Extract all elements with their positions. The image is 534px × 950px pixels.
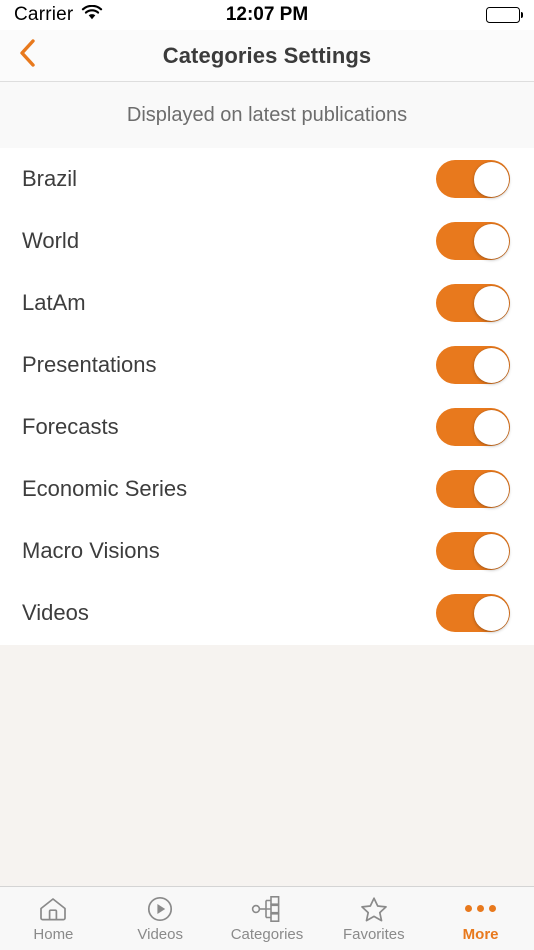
list-item[interactable]: Brazil — [0, 148, 534, 210]
status-bar: Carrier 12:07 PM — [0, 0, 534, 30]
back-button[interactable] — [0, 30, 54, 82]
ellipsis-icon — [465, 895, 497, 923]
tab-categories[interactable]: Categories — [214, 887, 321, 950]
category-toggle[interactable] — [436, 408, 510, 446]
category-label: Videos — [22, 600, 89, 625]
category-toggle[interactable] — [436, 532, 510, 570]
tab-home[interactable]: Home — [0, 887, 107, 950]
status-bar-right — [486, 7, 520, 23]
empty-content-area — [0, 645, 534, 886]
category-label: Macro Visions — [22, 538, 160, 563]
status-bar-left: Carrier — [14, 4, 103, 26]
tab-favorites[interactable]: Favorites — [320, 887, 427, 950]
page-title: Categories Settings — [162, 42, 372, 68]
tab-label: Videos — [137, 925, 183, 943]
play-circle-icon — [146, 895, 174, 923]
list-item[interactable]: Economic Series — [0, 458, 534, 520]
tab-videos[interactable]: Videos — [107, 887, 214, 950]
wifi-icon — [81, 4, 103, 26]
section-header-label: Displayed on latest publications — [126, 103, 408, 126]
category-label: Forecasts — [22, 414, 119, 439]
category-label: Presentations — [22, 352, 157, 377]
category-toggle[interactable] — [436, 160, 510, 198]
house-icon — [37, 895, 69, 923]
app-screen: Carrier 12:07 PM Categories Settings Dis… — [0, 0, 534, 950]
tab-more[interactable]: More — [427, 887, 534, 950]
categories-list: Brazil World LatAm Presentations Forecas… — [0, 148, 534, 645]
category-toggle[interactable] — [436, 594, 510, 632]
category-toggle[interactable] — [436, 346, 510, 384]
list-item[interactable]: Forecasts — [0, 396, 534, 458]
category-toggle[interactable] — [436, 222, 510, 260]
carrier-label: Carrier — [14, 4, 74, 25]
tab-bar: Home Videos Categories Favorites More — [0, 886, 534, 950]
category-label: Brazil — [22, 166, 78, 191]
category-label: World — [22, 228, 80, 253]
battery-full-icon — [486, 7, 520, 23]
node-tree-icon — [250, 895, 284, 923]
category-label: LatAm — [22, 290, 86, 315]
navigation-bar: Categories Settings — [0, 30, 534, 82]
tab-label: More — [462, 925, 499, 943]
list-item[interactable]: Videos — [0, 582, 534, 644]
list-item[interactable]: LatAm — [0, 272, 534, 334]
tab-label: Home — [33, 925, 74, 943]
list-item[interactable]: Presentations — [0, 334, 534, 396]
list-item[interactable]: Macro Visions — [0, 520, 534, 582]
tab-label: Favorites — [342, 925, 405, 943]
category-label: Economic Series — [22, 476, 188, 501]
category-toggle[interactable] — [436, 284, 510, 322]
section-header: Displayed on latest publications — [0, 82, 534, 148]
tab-label: Categories — [230, 925, 304, 943]
star-icon — [359, 895, 389, 923]
list-item[interactable]: World — [0, 210, 534, 272]
category-toggle[interactable] — [436, 470, 510, 508]
chevron-left-icon — [17, 37, 37, 74]
